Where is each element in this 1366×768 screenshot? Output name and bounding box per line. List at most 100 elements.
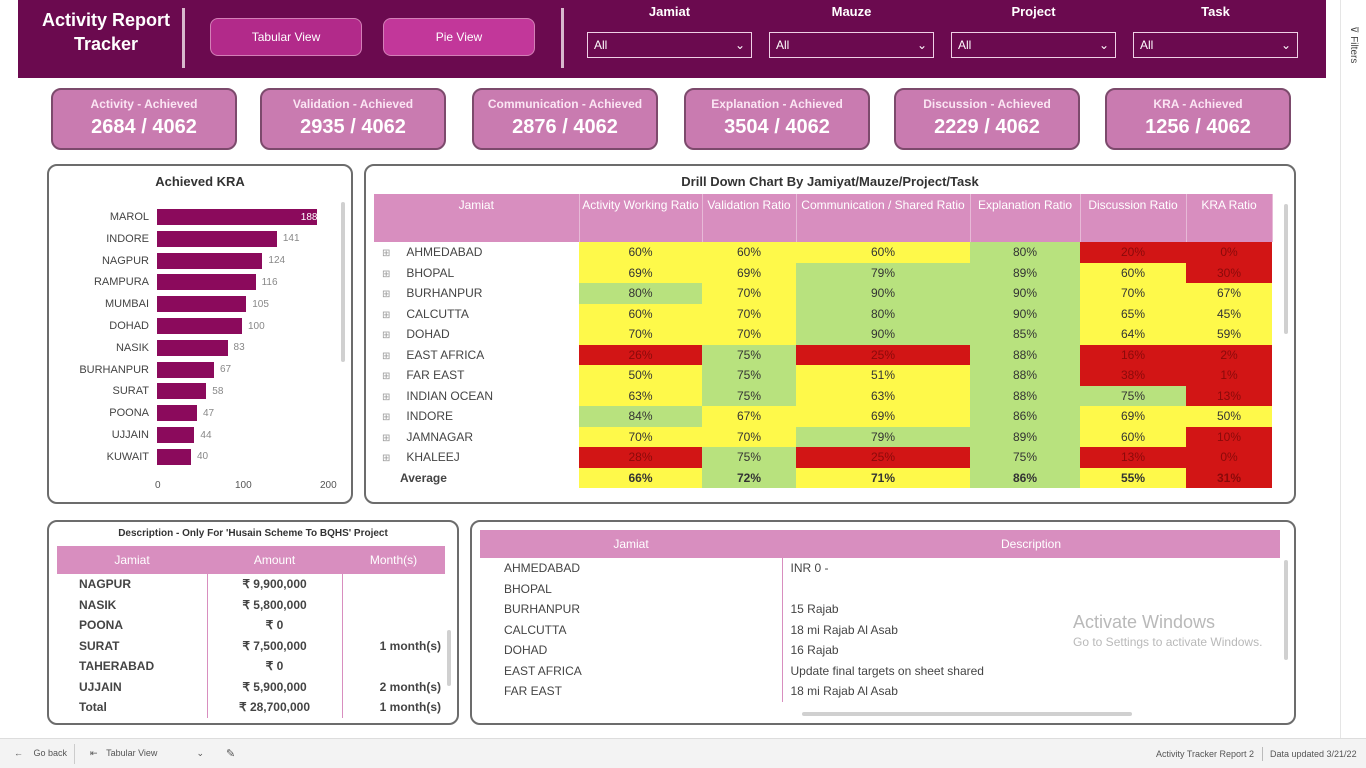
ratio-cell: 67% bbox=[1186, 283, 1272, 304]
table-row[interactable]: ⊞ DOHAD 70% 70% 90% 85% 64% 59% bbox=[374, 324, 1272, 345]
kpi-value: 2684 / 4062 bbox=[91, 116, 197, 138]
task-dropdown[interactable]: All ⌄ bbox=[1133, 32, 1298, 58]
table-header-row: Jamiat Amount Month(s) bbox=[57, 546, 445, 574]
table-row[interactable]: ⊞ CALCUTTA 60% 70% 80% 90% 65% 45% bbox=[374, 303, 1272, 324]
bar-row: UJJAIN 44 bbox=[57, 426, 212, 444]
table-row[interactable]: UJJAIN ₹ 5,900,000 2 month(s) bbox=[57, 676, 445, 697]
table-row[interactable]: ⊞ AHMEDABAD 60% 60% 60% 80% 20% 0% bbox=[374, 242, 1272, 263]
bar-category-label: INDORE bbox=[106, 232, 149, 245]
table-scrollbar[interactable] bbox=[1284, 560, 1288, 660]
column-header[interactable]: Activity Working Ratio bbox=[579, 194, 703, 242]
go-back-button[interactable]: ← Go back bbox=[14, 748, 67, 758]
bar[interactable] bbox=[157, 427, 195, 443]
table-row[interactable]: SURAT ₹ 7,500,000 1 month(s) bbox=[57, 635, 445, 656]
watermark-subtitle: Go to Settings to activate Windows. bbox=[1073, 635, 1263, 649]
description-text: 18 mi Rajab Al Asab bbox=[790, 684, 898, 699]
header-divider bbox=[561, 8, 564, 68]
ratio-cell: 90% bbox=[796, 283, 970, 304]
page-selector[interactable]: ⇤ Tabular View ⌄ bbox=[90, 748, 208, 759]
bar[interactable] bbox=[157, 252, 263, 269]
column-header[interactable]: Communication / Shared Ratio bbox=[796, 194, 971, 242]
expand-icon[interactable]: ⊞ bbox=[382, 371, 390, 382]
table-body: ⊞ AHMEDABAD 60% 60% 60% 80% 20% 0% ⊞ BHOPAL 69% 69%… bbox=[374, 242, 1272, 488]
table-row[interactable]: EAST AFRICA Update final targets on sheet… bbox=[480, 660, 1280, 681]
table-row[interactable]: ⊞ KHALEEJ 28% 75% 25% 75% 13% 0% bbox=[374, 447, 1272, 468]
expand-icon[interactable]: ⊞ bbox=[382, 433, 390, 444]
column-header[interactable]: Discussion Ratio bbox=[1080, 194, 1187, 242]
table-row[interactable]: ⊞ FAR EAST 50% 75% 51% 88% 38% 1% bbox=[374, 365, 1272, 386]
table-row[interactable]: TAHERABAD ₹ 0 bbox=[57, 656, 445, 677]
pie-view-button[interactable]: Pie View bbox=[383, 18, 535, 56]
bar[interactable] bbox=[157, 361, 214, 378]
bar[interactable] bbox=[157, 274, 256, 291]
column-header[interactable]: Jamiat bbox=[57, 546, 207, 574]
bar[interactable] bbox=[157, 383, 207, 400]
jamiat-name: EAST AFRICA bbox=[480, 660, 783, 681]
report-page: Activity Report Tracker Tabular View Pie… bbox=[0, 0, 1366, 768]
ratio-cell: 50% bbox=[579, 365, 702, 386]
project-dropdown[interactable]: All ⌄ bbox=[951, 32, 1116, 58]
edit-icon[interactable]: ✎ bbox=[226, 747, 235, 760]
table-row[interactable]: POONA ₹ 0 bbox=[57, 615, 445, 636]
jamiat-name: FAR EAST bbox=[480, 681, 783, 702]
bar[interactable] bbox=[157, 339, 228, 356]
column-header[interactable]: Jamiat bbox=[480, 530, 782, 558]
expand-icon[interactable]: ⊞ bbox=[382, 289, 390, 300]
horizontal-scrollbar[interactable] bbox=[802, 712, 1132, 716]
ratio-cell: 69% bbox=[579, 262, 702, 283]
table-row[interactable]: NAGPUR ₹ 9,900,000 bbox=[57, 574, 445, 595]
bar[interactable] bbox=[157, 296, 247, 313]
kpi-title: Activity - Achieved bbox=[90, 97, 198, 111]
expand-icon[interactable]: ⊞ bbox=[382, 330, 390, 341]
kpi-title: KRA - Achieved bbox=[1153, 97, 1243, 111]
jamiat-dropdown[interactable]: All ⌄ bbox=[587, 32, 752, 58]
total-row: Total ₹ 28,700,000 1 month(s) bbox=[57, 697, 445, 718]
expand-icon[interactable]: ⊞ bbox=[382, 412, 390, 423]
expand-icon[interactable]: ⊞ bbox=[382, 248, 390, 259]
bar-category-label: POONA bbox=[109, 407, 149, 420]
expand-icon[interactable]: ⊞ bbox=[382, 269, 390, 280]
column-header[interactable]: Validation Ratio bbox=[702, 194, 797, 242]
chevron-down-icon: ⌄ bbox=[916, 38, 927, 52]
table-row[interactable]: ⊞ BURHANPUR 80% 70% 90% 90% 70% 67% bbox=[374, 283, 1272, 304]
table-row[interactable]: ⊞ BHOPAL 69% 69% 79% 89% 60% 30% bbox=[374, 262, 1272, 283]
table-scrollbar[interactable] bbox=[447, 630, 451, 686]
expand-icon[interactable]: ⊞ bbox=[382, 392, 390, 403]
ratio-cell: 55% bbox=[1080, 467, 1186, 488]
mauze-dropdown[interactable]: All ⌄ bbox=[769, 32, 934, 58]
kpi-explanation: Explanation - Achieved 3504 / 4062 bbox=[684, 88, 870, 150]
table-row[interactable]: ⊞ INDORE 84% 67% 69% 86% 69% 50% bbox=[374, 406, 1272, 427]
table-row[interactable]: ⊞ JAMNAGAR 70% 70% 79% 89% 60% 10% bbox=[374, 426, 1272, 447]
expand-icon[interactable]: ⊞ bbox=[382, 453, 390, 464]
column-header[interactable]: KRA Ratio bbox=[1186, 194, 1273, 242]
bar[interactable] bbox=[157, 230, 277, 247]
column-header[interactable]: Description bbox=[782, 530, 1280, 558]
column-header[interactable]: Jamiat bbox=[374, 194, 580, 242]
filter-mauze: Mauze All ⌄ bbox=[769, 4, 934, 58]
expand-icon[interactable]: ⊞ bbox=[382, 351, 390, 362]
column-header[interactable]: Month(s) bbox=[342, 546, 445, 574]
table-row[interactable]: BHOPAL bbox=[480, 578, 1280, 599]
ratio-cell: 69% bbox=[702, 262, 796, 283]
bar-row: MAROL 188 bbox=[57, 208, 317, 226]
column-header[interactable]: Amount bbox=[207, 546, 342, 574]
bar[interactable] bbox=[157, 405, 197, 422]
table-row[interactable]: ⊞ INDIAN OCEAN 63% 75% 63% 88% 75% 13% bbox=[374, 385, 1272, 406]
table-row[interactable]: ⊞ EAST AFRICA 26% 75% 25% 88% 16% 2% bbox=[374, 344, 1272, 365]
table-scrollbar[interactable] bbox=[1284, 204, 1288, 334]
bar-row: SURAT 58 bbox=[57, 382, 223, 400]
cell-months bbox=[342, 656, 445, 677]
bar[interactable] bbox=[157, 448, 191, 465]
column-header[interactable]: Explanation Ratio bbox=[970, 194, 1081, 242]
table-row[interactable]: NASIK ₹ 5,800,000 bbox=[57, 594, 445, 615]
chart-scrollbar[interactable] bbox=[341, 202, 345, 362]
table-row[interactable]: FAR EAST 18 mi Rajab Al Asab bbox=[480, 681, 1280, 702]
table-row[interactable]: AHMEDABAD INR 0 - bbox=[480, 558, 1280, 579]
jamiat-name-text: JAMNAGAR bbox=[406, 429, 474, 444]
bar[interactable] bbox=[157, 318, 242, 334]
tabular-view-button[interactable]: Tabular View bbox=[210, 18, 362, 56]
bar[interactable] bbox=[157, 209, 317, 225]
expand-icon[interactable]: ⊞ bbox=[382, 310, 390, 321]
filters-label: ⊽ Filters bbox=[1348, 26, 1359, 63]
filters-pane-collapsed[interactable]: ⊽ Filters bbox=[1340, 0, 1366, 738]
